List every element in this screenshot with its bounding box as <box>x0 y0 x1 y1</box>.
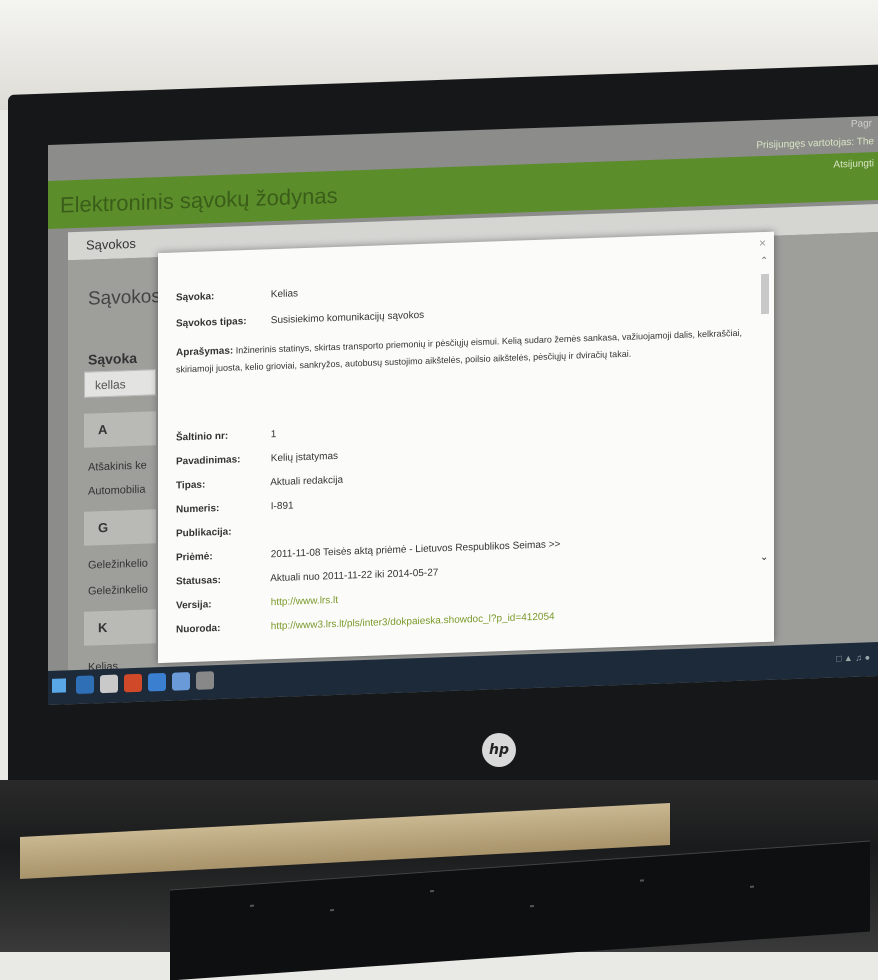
field-label: Nuoroda: <box>176 622 221 636</box>
field-value: Kelias <box>270 288 299 301</box>
field-label: Numeris: <box>176 503 220 516</box>
app-icon[interactable] <box>172 672 190 691</box>
field-label: Versija: <box>176 599 212 612</box>
close-icon[interactable]: × <box>759 236 766 250</box>
field-label: Sąvoka: <box>176 291 215 304</box>
field-tipas: Sąvokos tipas: Susisiekimo komunikacijų … <box>176 310 424 330</box>
field-row: Nuoroda: http://www3.lrs.lt/pls/inter3/d… <box>176 611 555 635</box>
search-input[interactable]: kellas <box>84 369 156 398</box>
page-title: Sąvokos <box>88 286 161 310</box>
nav-item-savokos[interactable]: Sąvokos <box>86 236 136 253</box>
term-item[interactable]: Atšakinis ke <box>88 460 147 474</box>
browser-icon[interactable] <box>76 675 94 695</box>
field-value: I-891 <box>270 500 294 513</box>
system-link[interactable]: Pagr <box>851 118 872 130</box>
letter-header: A <box>84 411 156 448</box>
field-label: Priėmė: <box>176 551 213 564</box>
chevron-up-icon[interactable]: ⌃ <box>760 256 768 267</box>
field-row: Statusas: Aktuali nuo 2011-11-22 iki 201… <box>176 567 438 587</box>
field-label: Pavadinimas: <box>176 454 241 468</box>
field-value: Inžinerinis statinys, skirtas transporto… <box>176 327 742 375</box>
scroll-thumb[interactable] <box>761 273 769 315</box>
field-value: 1 <box>270 429 277 441</box>
field-row: Versija: http://www.lrs.lt <box>176 595 338 612</box>
term-item[interactable]: Automobilia <box>88 484 145 498</box>
term-item[interactable]: Geležinkelio <box>88 584 148 598</box>
start-icon[interactable] <box>52 678 66 693</box>
field-row: Tipas: Aktuali redakcija <box>176 475 343 492</box>
field-label: Statusas: <box>176 574 222 588</box>
field-row: Šaltinio nr: 1 <box>176 429 276 444</box>
field-value: Aktuali redakcija <box>270 474 344 489</box>
field-row: Numeris: I-891 <box>176 500 294 515</box>
field-value: Susisiekimo komunikacijų sąvokos <box>270 309 425 327</box>
field-label: Sąvokos tipas: <box>176 316 247 330</box>
hp-logo: hp <box>482 733 516 767</box>
system-tray[interactable]: □ ▲ ♫ ● <box>836 652 870 663</box>
field-value: Aktuali nuo 2011-11-22 iki 2014-05-27 <box>270 567 439 585</box>
app-icon[interactable] <box>148 672 166 692</box>
letter-header: K <box>84 609 156 646</box>
search-label: Sąvoka <box>88 349 138 368</box>
field-value: 2011-11-08 Teisės aktą priėmė - Lietuvos… <box>270 539 561 561</box>
document-link[interactable]: http://www3.lrs.lt/pls/inter3/dokpaieska… <box>271 611 555 632</box>
field-value: Kelių įstatymas <box>270 450 339 465</box>
modal-scrollbar[interactable]: ⌃ ⌄ <box>760 256 770 566</box>
field-savoka: Sąvoka: Kelias <box>176 288 298 303</box>
field-row: Priėmė: 2011-11-08 Teisės aktą priėmė - … <box>176 539 560 563</box>
field-aprasymas: Aprašymas: Inžinerinis statinys, skirtas… <box>176 324 752 378</box>
term-item[interactable]: Geležinkelio <box>88 558 148 572</box>
app-icon[interactable] <box>124 673 142 693</box>
field-label: Publikacija: <box>176 526 232 540</box>
folder-icon[interactable] <box>100 674 118 694</box>
field-label: Šaltinio nr: <box>176 430 229 444</box>
detail-modal: × ⌃ ⌄ Sąvoka: Kelias Sąvokos tipas: Susi… <box>158 231 774 664</box>
field-row: Publikacija: <box>176 525 268 540</box>
field-row: Pavadinimas: Kelių įstatymas <box>176 451 338 468</box>
login-status: Prisijungęs vartotojas: The <box>756 136 874 152</box>
monitor-screen: Pagr Elektroninis sąvokų žodynas Prisiju… <box>48 116 878 706</box>
chevron-down-icon[interactable]: ⌄ <box>760 552 768 563</box>
source-link[interactable]: http://www.lrs.lt <box>271 595 338 608</box>
letter-header: G <box>84 509 156 546</box>
field-label: Tipas: <box>176 479 206 492</box>
app-icon[interactable] <box>196 671 214 690</box>
logout-link[interactable]: Atsijungti <box>833 158 874 170</box>
field-label: Aprašymas: <box>176 345 234 359</box>
